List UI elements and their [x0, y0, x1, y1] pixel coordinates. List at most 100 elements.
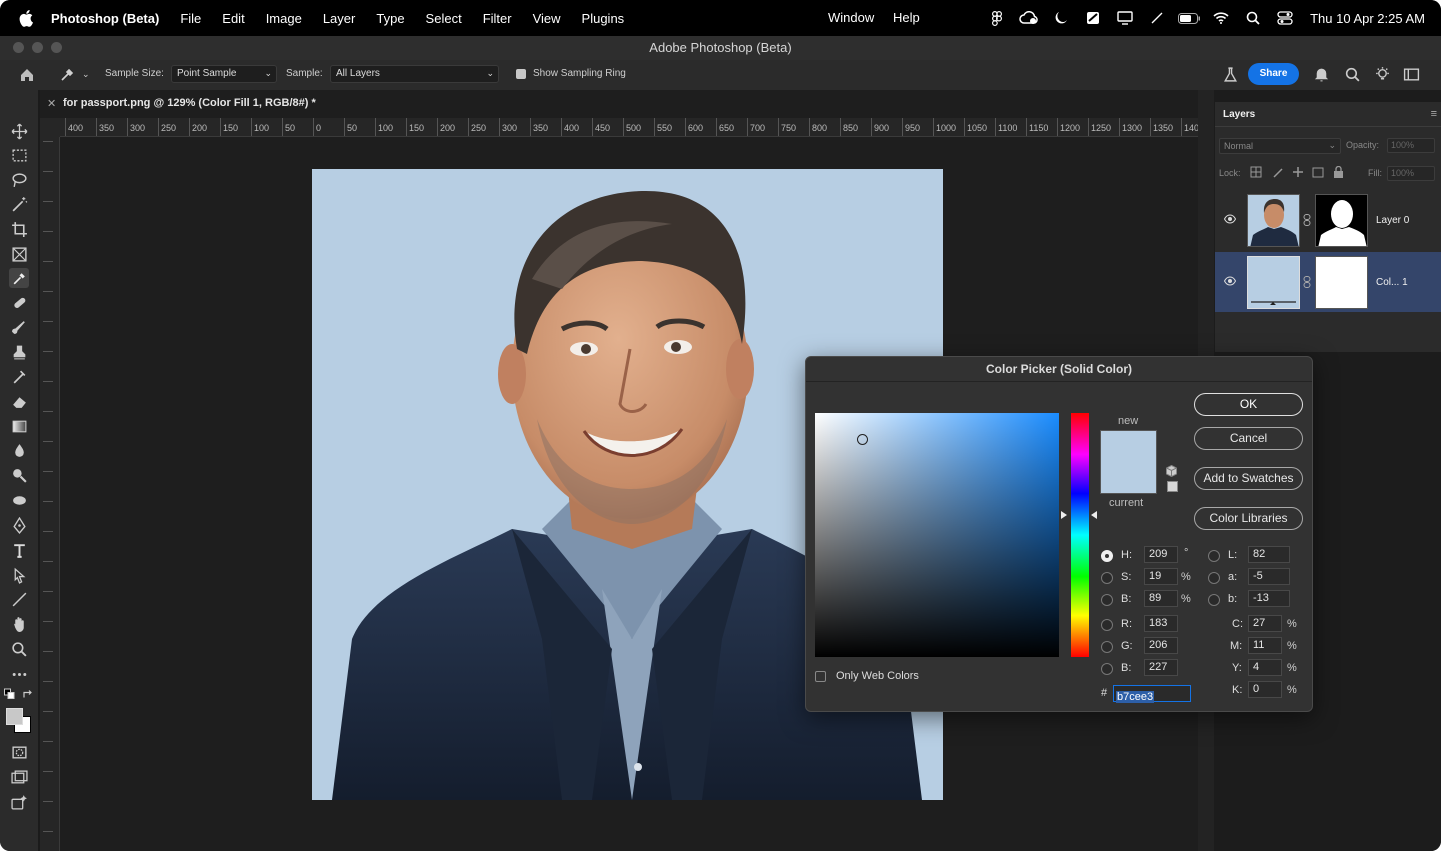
brightness-input[interactable]: 89 [1144, 590, 1178, 607]
marquee-tool-icon[interactable] [9, 145, 29, 165]
bell-icon[interactable] [1313, 66, 1330, 83]
home-icon[interactable] [19, 67, 35, 83]
magenta-input[interactable]: 11 [1248, 637, 1282, 654]
vertical-ruler[interactable] [40, 137, 60, 851]
layer-mask-thumbnail[interactable] [1315, 194, 1368, 247]
sampling-ring-checkbox[interactable] [516, 69, 526, 79]
menu-plugins[interactable]: Plugins [582, 11, 625, 26]
ruler-origin[interactable] [40, 118, 60, 137]
hue-radio[interactable] [1101, 550, 1113, 562]
a-channel-input[interactable]: -5 [1248, 568, 1290, 585]
document-tab-title[interactable]: for passport.png @ 129% (Color Fill 1, R… [63, 97, 316, 109]
layer-row-layer-0[interactable]: Layer 0 [1215, 190, 1441, 250]
panel-menu-icon[interactable]: ≡ [1431, 108, 1437, 120]
clone-stamp-tool-icon[interactable] [9, 342, 29, 362]
search-icon[interactable] [1242, 10, 1264, 26]
menu-layer[interactable]: Layer [323, 11, 356, 26]
apple-icon[interactable] [19, 9, 35, 27]
control-center-icon[interactable] [1274, 10, 1296, 26]
search-icon[interactable] [1344, 66, 1361, 83]
share-button[interactable]: Share [1248, 63, 1299, 85]
menu-filter[interactable]: Filter [483, 11, 512, 26]
hand-tool-icon[interactable] [9, 614, 29, 634]
blue-input[interactable]: 227 [1144, 659, 1178, 676]
history-brush-tool-icon[interactable] [9, 366, 29, 386]
fill-layer-thumbnail[interactable] [1247, 256, 1300, 309]
cyan-input[interactable]: 27 [1248, 615, 1282, 632]
eraser-tool-icon[interactable] [9, 391, 29, 411]
frame-tool-icon[interactable] [9, 244, 29, 264]
layer-name[interactable]: Col... 1 [1376, 277, 1408, 288]
close-document-icon[interactable]: ✕ [47, 97, 56, 110]
lasso-tool-icon[interactable] [9, 170, 29, 190]
red-radio[interactable] [1101, 619, 1113, 631]
add-to-swatches-button[interactable]: Add to Swatches [1194, 467, 1303, 490]
path-selection-tool-icon[interactable] [9, 565, 29, 585]
flask-icon[interactable] [1222, 66, 1239, 83]
color-selection-ring[interactable] [857, 434, 868, 445]
type-tool-icon[interactable] [9, 540, 29, 560]
foreground-color-swatch[interactable] [6, 708, 23, 725]
blur-tool-icon[interactable] [9, 440, 29, 460]
saturation-radio[interactable] [1101, 572, 1113, 584]
yellow-input[interactable]: 4 [1248, 659, 1282, 676]
layers-panel-title[interactable]: Layers [1223, 109, 1255, 120]
workspace-icon[interactable] [1403, 66, 1420, 83]
current-color-swatch[interactable] [1101, 462, 1156, 493]
lightbulb-icon[interactable] [1374, 66, 1391, 83]
menu-file[interactable]: File [180, 11, 201, 26]
menu-app-name[interactable]: Photoshop (Beta) [51, 11, 159, 26]
layer-row-color-fill[interactable]: Col... 1 [1215, 252, 1441, 312]
link-icon[interactable] [1303, 276, 1311, 288]
fill-input[interactable]: 100% [1387, 166, 1435, 181]
color-libraries-button[interactable]: Color Libraries [1194, 507, 1303, 530]
battery-icon[interactable] [1178, 10, 1201, 26]
menu-edit[interactable]: Edit [222, 11, 244, 26]
cancel-button[interactable]: Cancel [1194, 427, 1303, 450]
hex-input[interactable]: b7cee3 [1113, 685, 1191, 703]
figma-icon[interactable] [986, 10, 1008, 26]
layer-mask-thumbnail[interactable] [1315, 256, 1368, 309]
web-safe-swatch[interactable] [1167, 481, 1178, 492]
green-input[interactable]: 206 [1144, 637, 1178, 654]
green-radio[interactable] [1101, 641, 1113, 653]
sponge-tool-icon[interactable] [9, 490, 29, 510]
only-web-colors-checkbox[interactable] [815, 671, 826, 682]
line-tool-icon[interactable] [9, 589, 29, 609]
hue-slider-right-arrow[interactable] [1091, 511, 1097, 519]
zoom-tool-icon[interactable] [9, 639, 29, 659]
brush-tool-icon[interactable] [9, 317, 29, 337]
toggle-app-icon[interactable] [1082, 10, 1104, 26]
generative-fill-icon[interactable] [9, 792, 29, 812]
display-icon[interactable] [1114, 10, 1136, 26]
menu-help[interactable]: Help [893, 10, 920, 25]
saturation-brightness-field[interactable] [815, 413, 1059, 657]
default-colors-icon[interactable] [4, 688, 16, 700]
magic-wand-tool-icon[interactable] [9, 194, 29, 214]
move-tool-icon[interactable] [9, 121, 29, 141]
sample-size-select[interactable]: Point Sample ⌄ [171, 65, 277, 83]
lightness-input[interactable]: 82 [1248, 546, 1290, 563]
hue-slider-left-arrow[interactable] [1061, 511, 1067, 519]
hue-slider[interactable] [1071, 413, 1089, 657]
pen-slash-icon[interactable] [1146, 10, 1168, 26]
pen-tool-icon[interactable] [9, 515, 29, 535]
crop-tool-icon[interactable] [9, 219, 29, 239]
menu-clock[interactable]: Thu 10 Apr 2:25 AM [1310, 11, 1425, 26]
blend-mode-select[interactable]: Normal ⌄ [1219, 138, 1341, 154]
hue-input[interactable]: 209 [1144, 546, 1178, 563]
horizontal-ruler[interactable]: 400 350 300 250 200 150 100 50 0 50 100 150 200 250 30… [60, 118, 1204, 137]
lock-options-icons[interactable] [1250, 166, 1350, 179]
red-input[interactable]: 183 [1144, 615, 1178, 632]
out-of-gamut-cube-icon[interactable] [1166, 465, 1177, 477]
b-channel-input[interactable]: -13 [1248, 590, 1290, 607]
more-tools-icon[interactable] [9, 664, 29, 684]
menu-type[interactable]: Type [376, 11, 404, 26]
link-icon[interactable] [1303, 214, 1311, 226]
saturation-input[interactable]: 19 [1144, 568, 1178, 585]
brightness-radio[interactable] [1101, 594, 1113, 606]
b-channel-radio[interactable] [1208, 594, 1220, 606]
creative-cloud-icon[interactable] [1018, 10, 1040, 26]
menu-window[interactable]: Window [828, 10, 874, 25]
close-window-button[interactable] [13, 42, 24, 53]
